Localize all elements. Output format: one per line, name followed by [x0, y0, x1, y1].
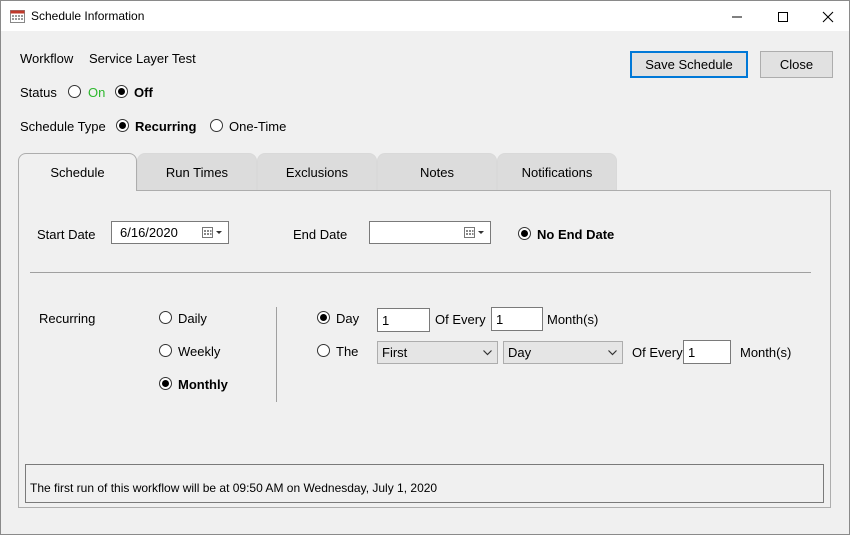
calendar-app-icon [10, 10, 25, 23]
monthly-day-radio[interactable] [317, 311, 330, 324]
frequency-monthly-radio[interactable] [159, 377, 172, 390]
tab-run-times[interactable]: Run Times [137, 153, 257, 190]
title-bar: Schedule Information [1, 1, 849, 31]
no-end-date-label[interactable]: No End Date [537, 227, 614, 242]
first-run-info-text: The first run of this workflow will be a… [30, 481, 438, 495]
status-off-radio[interactable] [115, 85, 128, 98]
months-label: Month(s) [547, 312, 599, 327]
tab-notifications[interactable]: Notifications [497, 153, 617, 190]
day-of-month-input[interactable]: 1 [377, 308, 430, 332]
frequency-daily-radio[interactable] [159, 311, 172, 324]
minimize-icon [732, 16, 742, 18]
workflow-label: Workflow [20, 51, 74, 66]
tab-schedule[interactable]: Schedule [18, 153, 137, 191]
type-one-time-radio[interactable] [210, 119, 223, 132]
no-end-date-radio[interactable] [518, 227, 531, 240]
status-off-label[interactable]: Off [134, 85, 153, 100]
frequency-weekly-label[interactable]: Weekly [178, 344, 220, 359]
close-window-button[interactable] [804, 1, 850, 31]
recurring-label: Recurring [39, 311, 96, 326]
weekday-select-value: Day [508, 345, 532, 360]
close-icon [822, 11, 834, 23]
workflow-name: Service Layer Test [89, 51, 196, 66]
end-date-picker[interactable] [369, 221, 491, 244]
window-title: Schedule Information [31, 9, 145, 23]
calendar-dropdown-icon [202, 227, 222, 238]
status-label: Status [20, 85, 57, 100]
calendar-dropdown-icon [464, 227, 484, 238]
minimize-button[interactable] [713, 1, 759, 31]
tab-notes[interactable]: Notes [377, 153, 497, 190]
divider [30, 272, 811, 273]
schedule-information-window: Schedule Information Workflow Service La… [0, 0, 850, 535]
type-recurring-radio[interactable] [116, 119, 129, 132]
ordinal-select[interactable]: First [377, 341, 498, 364]
frequency-divider [276, 307, 277, 402]
end-date-label: End Date [293, 227, 348, 242]
frequency-daily-label[interactable]: Daily [178, 311, 207, 326]
start-date-value: 6/16/2020 [120, 225, 178, 240]
of-every-label: Of Every [435, 312, 486, 327]
type-recurring-label[interactable]: Recurring [135, 119, 196, 134]
weekday-select[interactable]: Day [503, 341, 623, 364]
month-interval-input[interactable]: 1 [491, 307, 543, 331]
status-on-label[interactable]: On [88, 85, 105, 100]
month-interval-input-2[interactable]: 1 [683, 340, 731, 364]
save-schedule-button[interactable]: Save Schedule [630, 51, 748, 78]
start-date-label: Start Date [37, 227, 96, 242]
schedule-type-label: Schedule Type [20, 119, 106, 134]
of-every-label-2: Of Every [632, 345, 683, 360]
close-button[interactable]: Close [760, 51, 833, 78]
chevron-down-icon [608, 350, 617, 356]
frequency-monthly-label[interactable]: Monthly [178, 377, 228, 392]
tab-exclusions[interactable]: Exclusions [257, 153, 377, 190]
chevron-down-icon [483, 350, 492, 356]
first-run-info-box: The first run of this workflow will be a… [25, 464, 824, 503]
start-date-picker[interactable]: 6/16/2020 [111, 221, 229, 244]
maximize-icon [778, 12, 788, 22]
monthly-day-label[interactable]: Day [336, 311, 359, 326]
type-one-time-label[interactable]: One-Time [229, 119, 286, 134]
frequency-weekly-radio[interactable] [159, 344, 172, 357]
status-on-radio[interactable] [68, 85, 81, 98]
monthly-the-radio[interactable] [317, 344, 330, 357]
monthly-the-label[interactable]: The [336, 344, 358, 359]
months-label-2: Month(s) [740, 345, 792, 360]
maximize-button[interactable] [759, 1, 805, 31]
ordinal-select-value: First [382, 345, 408, 360]
